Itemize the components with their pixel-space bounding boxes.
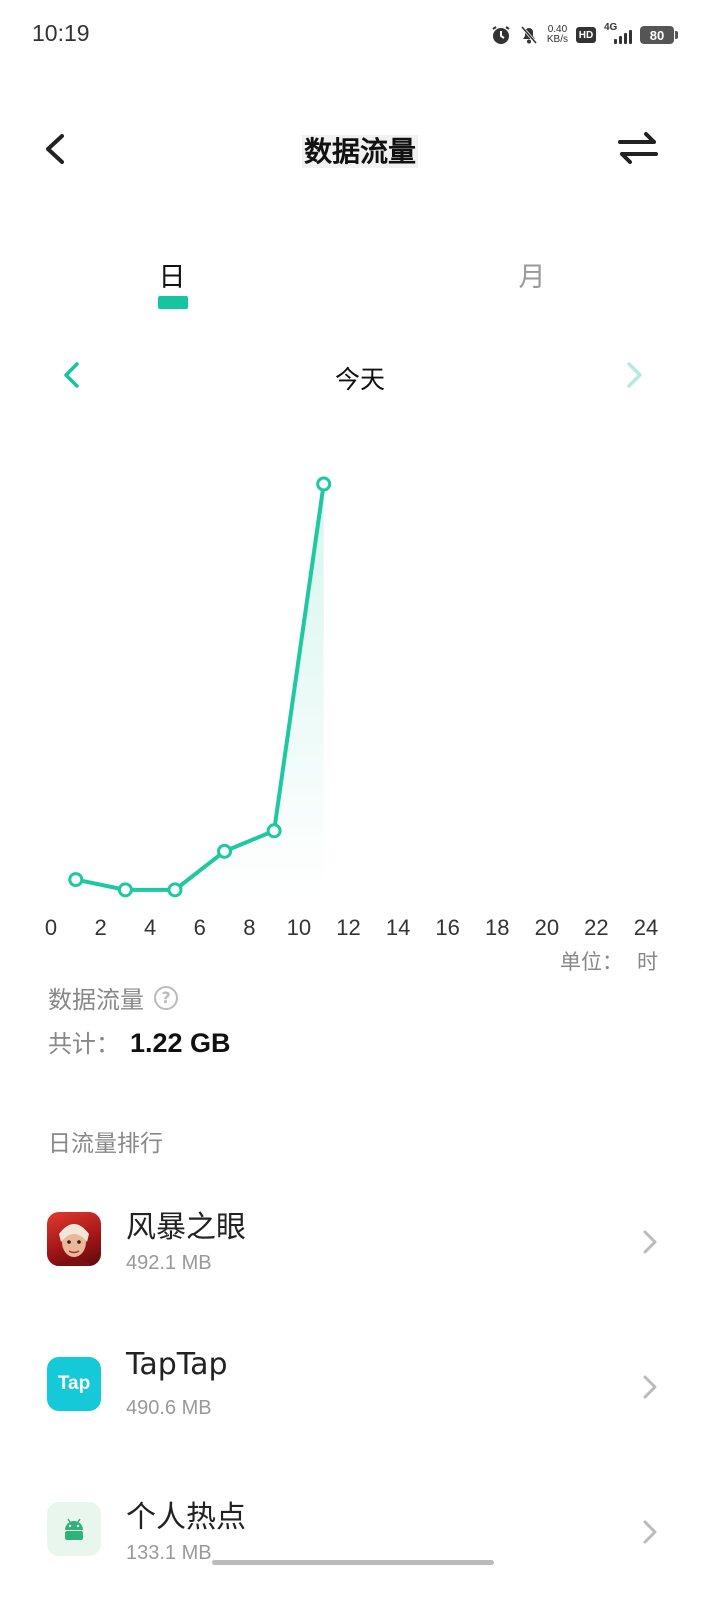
unit-value: 时: [637, 950, 658, 974]
app-row-3[interactable]: 个人热点 133.1 MB: [0, 1486, 720, 1600]
app-name: 个人热点: [126, 1500, 246, 1535]
x-tick-6: 6: [194, 915, 206, 940]
chart-unit: 单位： 时: [560, 946, 658, 976]
usage-chart: 0 2 4 6 8 10 12 14 16 18 20 22 24: [0, 440, 720, 980]
help-icon[interactable]: ?: [154, 985, 178, 1010]
x-tick-2: 2: [94, 915, 106, 940]
hd-badge: HD: [576, 27, 596, 43]
summary-title: 数据流量 ?: [48, 980, 178, 1015]
network-speed: 0.40 KB/s: [547, 25, 568, 45]
chevron-right-icon: [643, 1375, 657, 1399]
x-tick-24: 24: [634, 915, 658, 940]
summary-total: 共计： 1.22 GB: [48, 1024, 231, 1059]
game-app-icon: [47, 1212, 101, 1266]
x-tick-4: 4: [144, 915, 156, 940]
x-tick-16: 16: [435, 915, 459, 940]
unit-label: 单位：: [560, 950, 623, 974]
chevron-right-icon: [643, 1230, 657, 1254]
swap-arrows-icon: [618, 132, 658, 164]
summary-title-text: 数据流量: [48, 986, 144, 1014]
page-title: 数据流量: [0, 130, 720, 170]
header: 数据流量: [0, 110, 720, 186]
status-bar: 10:19 0.40 KB/s HD 4G 80: [0, 0, 720, 70]
app-row-2[interactable]: Tap TapTap 490.6 MB: [0, 1341, 720, 1461]
alarm-icon: [491, 25, 511, 45]
chart-point-7[interactable]: [217, 843, 233, 859]
period-tabs: 日 月: [0, 255, 720, 315]
x-tick-22: 22: [584, 915, 608, 940]
chart-point-11[interactable]: [316, 476, 332, 492]
chevron-right-icon: [643, 1520, 657, 1544]
chart-point-1[interactable]: [68, 872, 84, 888]
tab-indicator: [158, 296, 188, 309]
switch-sim-button[interactable]: [616, 128, 660, 168]
app-name: TapTap: [126, 1347, 228, 1382]
chart-area-fill: [75, 484, 324, 895]
network-speed-unit: KB/s: [546, 34, 568, 45]
date-label: 今天: [334, 365, 385, 394]
ranking-title: 日流量排行: [48, 1131, 163, 1157]
app-usage: 490.6 MB: [126, 1397, 212, 1419]
tab-day[interactable]: 日: [132, 255, 212, 294]
app-usage: 133.1 MB: [126, 1542, 212, 1564]
total-value: 1.22 GB: [130, 1028, 231, 1058]
x-tick-10: 10: [287, 915, 311, 940]
x-tick-12: 12: [336, 915, 360, 940]
cellular-signal-icon: 4G: [604, 22, 632, 46]
status-time: 10:19: [32, 20, 90, 46]
tab-month[interactable]: 月: [492, 255, 572, 294]
date-nav: 今天: [0, 352, 720, 398]
android-icon: [47, 1502, 101, 1556]
mute-bell-icon: [519, 25, 539, 45]
x-tick-8: 8: [243, 915, 255, 940]
app-name: 风暴之眼: [126, 1210, 246, 1245]
next-date-button[interactable]: [618, 356, 650, 394]
battery-icon: 80: [640, 26, 678, 44]
home-indicator[interactable]: [212, 1560, 494, 1565]
x-tick-20: 20: [535, 915, 559, 940]
chart-point-3[interactable]: [117, 882, 133, 898]
app-usage: 492.1 MB: [126, 1252, 212, 1274]
page-title-text: 数据流量: [301, 135, 418, 168]
chevron-right-icon: [627, 362, 642, 388]
usage-chart-svg: 0 2 4 6 8 10 12 14 16 18 20 22 24: [45, 476, 658, 940]
status-icons: 0.40 KB/s HD 4G 80: [491, 22, 678, 48]
taptap-icon: Tap: [47, 1357, 101, 1411]
x-tick-18: 18: [485, 915, 509, 940]
total-label: 共计：: [48, 1030, 120, 1058]
x-tick-0: 0: [45, 915, 57, 940]
chart-point-5[interactable]: [167, 882, 183, 898]
x-tick-14: 14: [386, 915, 410, 940]
app-row-1[interactable]: 风暴之眼 492.1 MB: [0, 1196, 720, 1316]
chart-point-9[interactable]: [266, 823, 282, 839]
